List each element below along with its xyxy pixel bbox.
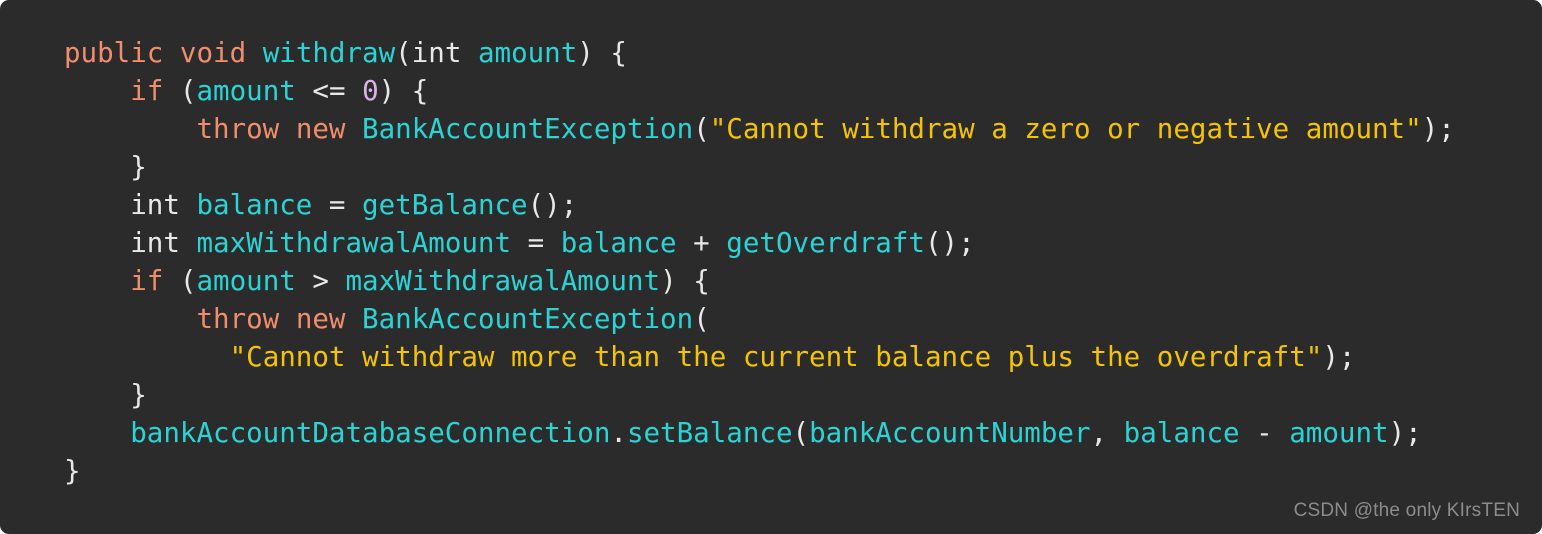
code-token-pun xyxy=(180,227,197,259)
code-token-id: amount xyxy=(477,37,578,69)
code-token-pun: ( xyxy=(163,265,197,297)
code-line: "Cannot withdraw more than the current b… xyxy=(0,338,1542,376)
code-token-pun xyxy=(64,417,130,449)
code-token-pun xyxy=(64,75,130,107)
code-token-str: "Cannot withdraw a zero or negative amou… xyxy=(709,113,1422,145)
code-line: public void withdraw(int amount) { xyxy=(0,34,1542,72)
code-token-pun xyxy=(345,113,362,145)
code-token-pun: ); xyxy=(1322,341,1356,373)
code-token-pun: ( xyxy=(693,113,710,145)
code-token-pun: - xyxy=(1239,417,1290,449)
code-token-pun: <= xyxy=(295,75,363,107)
code-token-str: "Cannot withdraw more than the current b… xyxy=(229,341,1323,373)
code-token-pun xyxy=(64,265,130,297)
code-token-pun: (); xyxy=(527,189,578,221)
code-token-id: getBalance xyxy=(362,189,528,221)
code-token-kw: if xyxy=(130,75,164,107)
code-token-pun xyxy=(64,189,130,221)
code-token-pun xyxy=(64,303,196,335)
code-token-id: amount xyxy=(1289,417,1389,449)
code-token-id: amount xyxy=(196,75,296,107)
code-token-pun xyxy=(246,37,263,69)
code-token-kw: throw xyxy=(196,303,280,335)
code-token-typ: int xyxy=(411,37,462,69)
code-token-id: BankAccountException xyxy=(362,113,694,145)
code-token-pun: ( xyxy=(163,75,197,107)
code-token-kw: public xyxy=(64,37,164,69)
code-token-pun: . xyxy=(610,417,627,449)
code-line: } xyxy=(0,148,1542,186)
code-token-pun: ( xyxy=(792,417,810,449)
code-token-id: amount xyxy=(196,265,296,297)
code-token-pun: ) { xyxy=(577,37,627,69)
code-token-pun xyxy=(64,341,230,373)
code-token-typ: int xyxy=(130,189,180,221)
code-token-kw: new xyxy=(295,303,346,335)
code-line: } xyxy=(0,452,1542,490)
code-token-pun xyxy=(461,37,478,69)
code-line: bankAccountDatabaseConnection.setBalance… xyxy=(0,414,1542,452)
code-token-pun: ); xyxy=(1388,417,1422,449)
code-token-id: getOverdraft xyxy=(726,227,925,259)
code-token-pun: ( xyxy=(693,303,710,335)
code-token-pun: ) { xyxy=(660,265,710,297)
code-token-pun xyxy=(279,113,296,145)
code-token-id: balance xyxy=(560,227,677,259)
code-token-typ: int xyxy=(130,227,180,259)
code-token-pun: + xyxy=(676,227,727,259)
code-token-id: BankAccountException xyxy=(362,303,694,335)
code-token-pun xyxy=(180,189,197,221)
code-token-pun: } xyxy=(64,151,147,183)
code-token-kw: if xyxy=(130,265,164,297)
code-token-pun: > xyxy=(295,265,346,297)
code-line: int balance = getBalance(); xyxy=(0,186,1542,224)
code-token-pun: } xyxy=(64,455,81,487)
code-token-pun: ( xyxy=(395,37,412,69)
code-line: int maxWithdrawalAmount = balance + getO… xyxy=(0,224,1542,262)
code-token-pun xyxy=(279,303,296,335)
code-token-pun: = xyxy=(312,189,363,221)
code-token-pun xyxy=(163,37,180,69)
code-token-pun: , xyxy=(1090,417,1124,449)
code-token-kw: throw xyxy=(196,113,280,145)
code-token-id: withdraw xyxy=(262,37,396,69)
code-line: throw new BankAccountException( xyxy=(0,300,1542,338)
code-token-pun: = xyxy=(511,227,561,259)
code-line: if (amount > maxWithdrawalAmount) { xyxy=(0,262,1542,300)
code-token-num: 0 xyxy=(362,75,379,107)
code-token-id: maxWithdrawalAmount xyxy=(345,265,661,297)
code-token-id: bankAccountDatabaseConnection xyxy=(130,417,611,449)
code-token-kw: void xyxy=(179,37,247,69)
code-token-pun: (); xyxy=(924,227,975,259)
code-token-pun: ); xyxy=(1421,113,1455,145)
csdn-watermark: CSDN @the only KIrsTEN xyxy=(1293,500,1520,521)
code-token-id: balance xyxy=(1123,417,1240,449)
code-snippet-card: public void withdraw(int amount) { if (a… xyxy=(0,0,1542,534)
code-token-pun: } xyxy=(64,379,147,411)
code-token-pun: ) { xyxy=(378,75,429,107)
code-token-id: maxWithdrawalAmount xyxy=(196,227,512,259)
code-token-pun xyxy=(64,113,196,145)
code-line: } xyxy=(0,376,1542,414)
code-token-pun xyxy=(345,303,362,335)
code-token-kw: new xyxy=(295,113,346,145)
code-token-id: setBalance xyxy=(626,417,793,449)
code-block[interactable]: public void withdraw(int amount) { if (a… xyxy=(0,34,1542,490)
code-token-id: bankAccountNumber xyxy=(809,417,1091,449)
code-line: if (amount <= 0) { xyxy=(0,72,1542,110)
code-line: throw new BankAccountException("Cannot w… xyxy=(0,110,1542,148)
code-token-id: balance xyxy=(196,189,313,221)
code-token-pun xyxy=(64,227,130,259)
